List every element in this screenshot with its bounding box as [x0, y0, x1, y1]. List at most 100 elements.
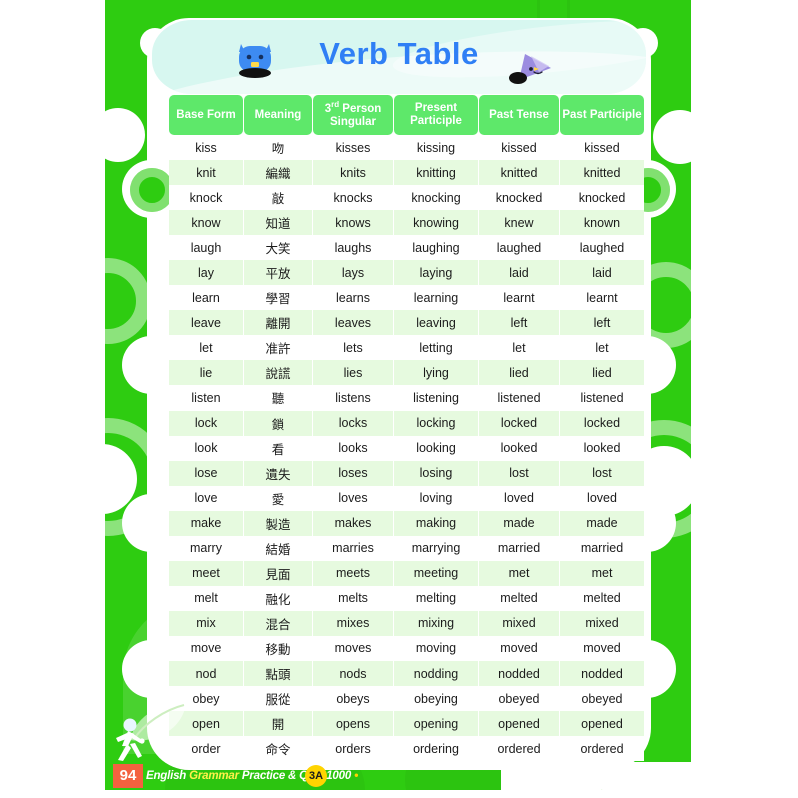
table-row: knit 編織 knits knitting knitted knitted: [169, 160, 644, 186]
cell-third-person-singular: moves: [313, 635, 393, 661]
table-row: let 准許 lets letting let let: [169, 335, 644, 361]
cell-past-tense: mixed: [479, 610, 559, 636]
table-row: knock 敲 knocks knocking knocked knocked: [169, 185, 644, 211]
cell-meaning: 服從: [244, 686, 312, 712]
table-row: love 愛 loves loving loved loved: [169, 485, 644, 511]
cell-past-tense: locked: [479, 410, 559, 436]
footer-title-part3: Practice & Quiz 1000: [241, 770, 352, 782]
cell-past-tense: lied: [479, 360, 559, 386]
cell-past-participle: made: [560, 510, 644, 536]
walking-person-icon: [108, 716, 148, 766]
cell-past-participle: learnt: [560, 285, 644, 311]
cell-past-tense: made: [479, 510, 559, 536]
cell-meaning: 吻: [244, 135, 312, 161]
cell-base-form: make: [169, 510, 243, 536]
cell-meaning: 遺失: [244, 460, 312, 486]
cell-present-participle: knocking: [394, 185, 478, 211]
footer-title-part1: English: [146, 770, 190, 782]
cell-third-person-singular: listens: [313, 385, 393, 411]
cell-past-tense: knocked: [479, 185, 559, 211]
cell-past-tense: knew: [479, 210, 559, 236]
cell-past-participle: lied: [560, 360, 644, 386]
cell-third-person-singular: mixes: [313, 610, 393, 636]
cell-past-tense: kissed: [479, 135, 559, 161]
cell-past-tense: laughed: [479, 235, 559, 261]
table-row: make 製造 makes making made made: [169, 510, 644, 536]
cell-past-tense: nodded: [479, 660, 559, 687]
cell-base-form: lose: [169, 460, 243, 486]
cell-present-participle: leaving: [394, 310, 478, 336]
cell-past-participle: knocked: [560, 185, 644, 211]
cell-base-form: lay: [169, 260, 243, 286]
cell-base-form: knock: [169, 185, 243, 211]
cell-past-tense: knitted: [479, 160, 559, 186]
verb-table-container: Base Form Meaning 3rd Person Singular Pr…: [168, 95, 644, 762]
purple-triangle-mascot-icon: [505, 52, 555, 88]
cell-present-participle: letting: [394, 335, 478, 361]
column-header-past-tense: Past Tense: [479, 95, 559, 135]
cell-past-tense: listened: [479, 385, 559, 411]
cell-third-person-singular: knocks: [313, 185, 393, 211]
cell-past-participle: laid: [560, 260, 644, 286]
cell-past-participle: looked: [560, 435, 644, 461]
level-badge: 3A: [305, 765, 327, 787]
cell-meaning: 開: [244, 711, 312, 737]
table-row: look 看 looks looking looked looked: [169, 435, 644, 461]
table-row: learn 學習 learns learning learnt learnt: [169, 285, 644, 311]
blue-monster-mascot-icon: [236, 38, 274, 78]
cell-present-participle: meeting: [394, 560, 478, 586]
cell-present-participle: opening: [394, 711, 478, 737]
table-row: melt 融化 melts melting melted melted: [169, 585, 644, 611]
cell-present-participle: melting: [394, 585, 478, 611]
cell-base-form: knit: [169, 160, 243, 186]
cell-third-person-singular: lays: [313, 260, 393, 286]
cell-meaning: 融化: [244, 585, 312, 611]
cell-third-person-singular: kisses: [313, 135, 393, 161]
table-row: laugh 大笑 laughs laughing laughed laughed: [169, 235, 644, 261]
cell-past-tense: married: [479, 535, 559, 561]
cell-present-participle: laughing: [394, 235, 478, 261]
footer-dot: •: [351, 768, 359, 782]
table-row: know 知道 knows knowing knew known: [169, 210, 644, 236]
table-row: order 命令 orders ordering ordered ordered: [169, 736, 644, 762]
cell-base-form: move: [169, 635, 243, 661]
cell-past-participle: married: [560, 535, 644, 561]
cell-meaning: 看: [244, 435, 312, 461]
cell-past-participle: let: [560, 335, 644, 361]
column-header-meaning: Meaning: [244, 95, 312, 135]
footer-title-part2: Grammar: [189, 770, 242, 782]
cell-meaning: 命令: [244, 736, 312, 762]
cell-base-form: kiss: [169, 135, 243, 161]
column-header-past-participle: Past Participle: [560, 95, 644, 135]
page-title: Verb Table: [319, 36, 479, 71]
table-row: lock 鎖 locks locking locked locked: [169, 410, 644, 436]
decorative-dot: [105, 108, 145, 162]
table-body: kiss 吻 kisses kissing kissed kissed knit 編織 knit…: [169, 135, 644, 762]
cell-present-participle: losing: [394, 460, 478, 486]
cell-third-person-singular: knows: [313, 210, 393, 236]
cell-meaning: 聽: [244, 385, 312, 411]
cell-present-participle: nodding: [394, 660, 478, 687]
page-number: 94: [113, 764, 143, 788]
column-header-present-participle: Present Participle: [394, 95, 478, 135]
cell-third-person-singular: marries: [313, 535, 393, 561]
cell-third-person-singular: obeys: [313, 686, 393, 712]
cell-present-participle: learning: [394, 285, 478, 311]
cell-meaning: 見面: [244, 560, 312, 586]
cell-meaning: 離開: [244, 310, 312, 336]
cell-past-participle: ordered: [560, 736, 644, 762]
cell-meaning: 點頭: [244, 660, 312, 687]
table-row: nod 點頭 nods nodding nodded nodded: [169, 660, 644, 687]
cell-meaning: 愛: [244, 485, 312, 511]
cell-base-form: leave: [169, 310, 243, 336]
header-banner: Verb Table: [152, 20, 646, 94]
cell-meaning: 平放: [244, 260, 312, 286]
cell-present-participle: loving: [394, 485, 478, 511]
cell-past-tense: loved: [479, 485, 559, 511]
cell-base-form: melt: [169, 585, 243, 611]
cell-past-tense: met: [479, 560, 559, 586]
cell-meaning: 學習: [244, 285, 312, 311]
cell-base-form: marry: [169, 535, 243, 561]
cell-third-person-singular: leaves: [313, 310, 393, 336]
cell-third-person-singular: looks: [313, 435, 393, 461]
